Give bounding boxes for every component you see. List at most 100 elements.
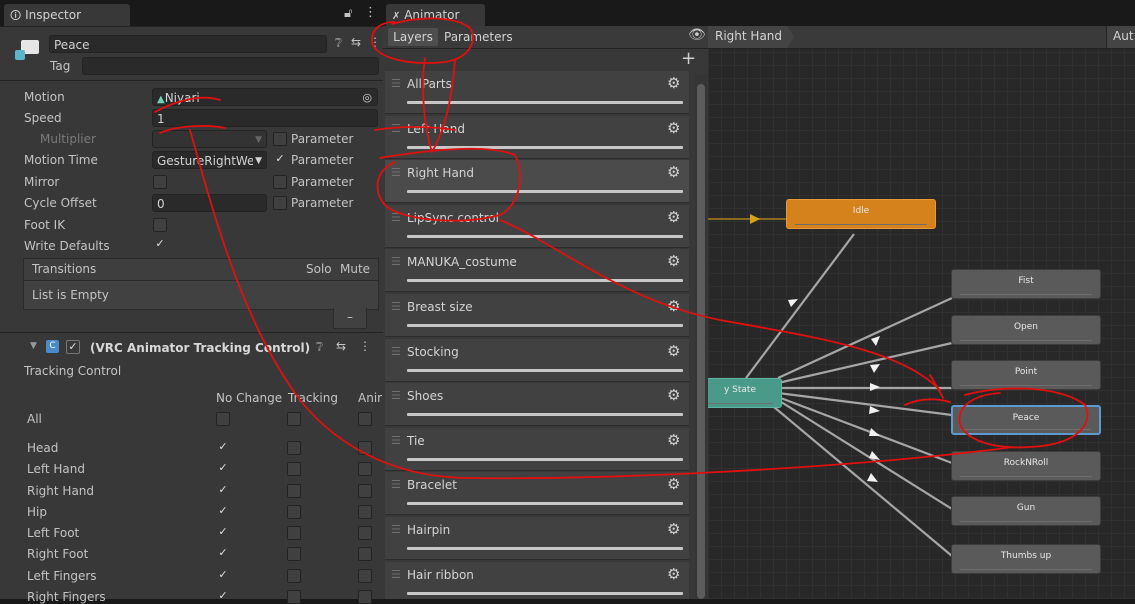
tab-layers[interactable]: Layers: [388, 28, 438, 46]
layer-item[interactable]: ☰ Stocking ⚙︎: [385, 338, 689, 382]
multiplier-parameter-checkbox[interactable]: [273, 132, 287, 146]
animator-tab[interactable]: ✗ Animator: [386, 4, 485, 26]
drag-handle-icon[interactable]: ☰: [391, 523, 401, 536]
tracking-checkbox[interactable]: [358, 441, 372, 455]
foldout-arrow-icon[interactable]: ▼: [30, 341, 37, 351]
gear-icon[interactable]: ⚙︎: [667, 520, 680, 538]
motion-time-parameter-checkbox[interactable]: ✓: [273, 153, 287, 167]
drag-handle-icon[interactable]: ☰: [391, 211, 401, 224]
state-open[interactable]: Open: [951, 315, 1101, 345]
tracking-checkbox[interactable]: ✓: [216, 569, 230, 583]
state-thumbs-up[interactable]: Thumbs up: [951, 544, 1101, 574]
auto-live-link-button[interactable]: Aut: [1106, 26, 1135, 48]
cycle-offset-parameter-checkbox[interactable]: [273, 196, 287, 210]
drag-handle-icon[interactable]: ☰: [391, 122, 401, 135]
eye-icon[interactable]: 👁︎: [688, 27, 706, 43]
add-layer-button[interactable]: +: [681, 48, 696, 69]
tracking-checkbox[interactable]: [358, 569, 372, 583]
cycle-offset-input[interactable]: 0: [152, 194, 267, 212]
state-fist[interactable]: Fist: [951, 269, 1101, 299]
breadcrumb[interactable]: Right Hand: [708, 26, 794, 48]
tracking-checkbox[interactable]: [287, 526, 301, 540]
layer-item[interactable]: ☰ Left Hand ⚙︎: [385, 115, 689, 159]
drag-handle-icon[interactable]: ☰: [391, 434, 401, 447]
tracking-checkbox[interactable]: ✓: [216, 484, 230, 498]
layer-item[interactable]: ☰ Bracelet ⚙︎: [385, 472, 689, 516]
state-machine-graph[interactable]: Idle y State Fist Open Point Peace RockN…: [708, 26, 1135, 599]
help-icon[interactable]: ❔︎: [316, 340, 323, 355]
tracking-checkbox[interactable]: [287, 484, 301, 498]
layer-item[interactable]: ☰ AllParts ⚙︎: [385, 71, 689, 114]
tracking-checkbox[interactable]: ✓: [216, 547, 230, 561]
layer-item[interactable]: ☰ MANUKA_costume ⚙︎: [385, 249, 689, 293]
gear-icon[interactable]: ⚙︎: [667, 208, 680, 226]
tracking-checkbox[interactable]: [358, 590, 372, 604]
state-gun[interactable]: Gun: [951, 496, 1101, 526]
object-picker-icon[interactable]: ◎: [362, 89, 372, 107]
tracking-checkbox[interactable]: [358, 547, 372, 561]
component-enabled-checkbox[interactable]: ✓: [66, 340, 80, 354]
tracking-checkbox[interactable]: [287, 547, 301, 561]
tracking-checkbox[interactable]: [358, 526, 372, 540]
tab-parameters[interactable]: Parameters: [440, 28, 524, 46]
all-tracking-checkbox[interactable]: [287, 412, 301, 426]
remove-transition-button[interactable]: –: [333, 308, 367, 329]
mirror-checkbox[interactable]: [153, 175, 167, 189]
tracking-checkbox[interactable]: ✓: [216, 505, 230, 519]
layers-scrollbar[interactable]: [695, 74, 707, 599]
object-name-input[interactable]: Peace: [49, 35, 327, 53]
tracking-checkbox[interactable]: ✓: [216, 462, 230, 476]
layer-item[interactable]: ☰ Tie ⚙︎: [385, 427, 689, 471]
kebab-menu-icon[interactable]: ⋮: [369, 35, 381, 49]
gear-icon[interactable]: ⚙︎: [667, 386, 680, 404]
mirror-parameter-checkbox[interactable]: [273, 175, 287, 189]
all-no-change-checkbox[interactable]: [216, 412, 230, 426]
drag-handle-icon[interactable]: ☰: [391, 478, 401, 491]
multiplier-dropdown[interactable]: ▼: [152, 130, 267, 148]
help-icon[interactable]: ❔︎: [335, 36, 342, 51]
scrollbar-thumb[interactable]: [697, 84, 705, 599]
gear-icon[interactable]: ⚙︎: [667, 431, 680, 449]
layer-item[interactable]: ☰ Right Hand ⚙︎: [385, 160, 689, 204]
lock-icon[interactable]: 🔓︎: [344, 6, 352, 21]
preset-icon[interactable]: ⇆: [336, 339, 346, 353]
state-peace[interactable]: Peace: [951, 405, 1101, 435]
tracking-checkbox[interactable]: ✓: [216, 441, 230, 455]
gear-icon[interactable]: ⚙︎: [667, 163, 680, 181]
state-any-state[interactable]: y State: [708, 378, 782, 408]
gear-icon[interactable]: ⚙︎: [667, 119, 680, 137]
foot-ik-checkbox[interactable]: [153, 218, 167, 232]
tag-input[interactable]: [82, 57, 379, 75]
tracking-checkbox[interactable]: ✓: [216, 590, 230, 604]
motion-time-dropdown[interactable]: GestureRightWe ▼: [152, 151, 267, 169]
state-point[interactable]: Point: [951, 360, 1101, 390]
drag-handle-icon[interactable]: ☰: [391, 77, 401, 90]
tracking-checkbox[interactable]: [358, 484, 372, 498]
tracking-checkbox[interactable]: [287, 569, 301, 583]
kebab-menu-icon[interactable]: ⋮: [359, 339, 371, 353]
drag-handle-icon[interactable]: ☰: [391, 300, 401, 313]
state-rocknroll[interactable]: RockNRoll: [951, 451, 1101, 481]
drag-handle-icon[interactable]: ☰: [391, 389, 401, 402]
tracking-checkbox[interactable]: ✓: [216, 526, 230, 540]
layer-item[interactable]: ☰ Hairpin ⚙︎: [385, 517, 689, 560]
gear-icon[interactable]: ⚙︎: [667, 475, 680, 493]
state-idle[interactable]: Idle: [786, 199, 936, 229]
layer-item[interactable]: ☰ Shoes ⚙︎: [385, 383, 689, 427]
motion-field[interactable]: ▲Niyari ◎: [152, 88, 378, 106]
write-defaults-checkbox[interactable]: ✓: [153, 238, 167, 252]
tracking-checkbox[interactable]: [287, 441, 301, 455]
layer-item[interactable]: ☰ LipSync control ⚙︎: [385, 204, 689, 248]
preset-icon[interactable]: ⇆: [351, 35, 361, 49]
gear-icon[interactable]: ⚙︎: [667, 74, 680, 92]
drag-handle-icon[interactable]: ☰: [391, 568, 401, 581]
gear-icon[interactable]: ⚙︎: [667, 342, 680, 360]
kebab-menu-icon[interactable]: ⋮: [364, 5, 377, 20]
all-animation-checkbox[interactable]: [358, 412, 372, 426]
layer-item[interactable]: ☰ Hair ribbon ⚙︎: [385, 561, 689, 599]
tracking-checkbox[interactable]: [287, 590, 301, 604]
tracking-checkbox[interactable]: [358, 462, 372, 476]
inspector-tab[interactable]: 🛈 Inspector: [4, 4, 130, 26]
drag-handle-icon[interactable]: ☰: [391, 345, 401, 358]
gear-icon[interactable]: ⚙︎: [667, 297, 680, 315]
